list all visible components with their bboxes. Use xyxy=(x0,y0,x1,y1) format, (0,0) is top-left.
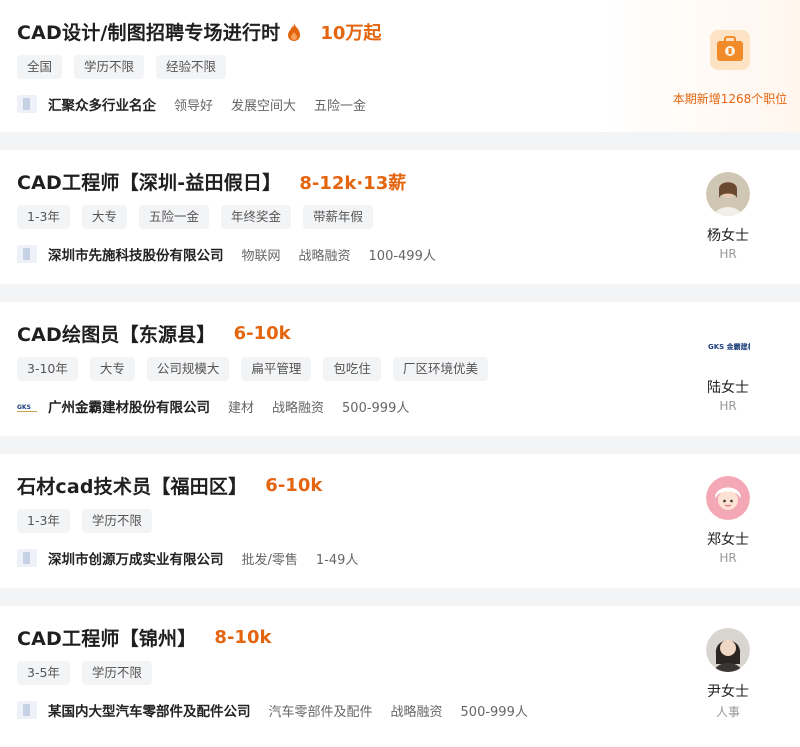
building-icon xyxy=(17,701,37,719)
promo-block[interactable]: 本期新增1268个职位 xyxy=(660,28,800,107)
job-tag: 大专 xyxy=(89,357,135,381)
company-meta: 战略融资 xyxy=(272,400,325,416)
avatar xyxy=(706,172,750,216)
fire-icon xyxy=(288,22,301,41)
job-salary: 10万起 xyxy=(320,22,382,44)
company-meta: 战略融资 xyxy=(390,704,443,720)
company-logo-text: GKS xyxy=(17,404,31,411)
company-meta: 建材 xyxy=(228,400,255,416)
building-icon xyxy=(17,549,37,567)
job-tags: 1-3年 学历不限 xyxy=(17,509,164,533)
title-row: CAD设计/制图招聘专场进行时 10万起 xyxy=(17,18,381,45)
briefcase-badge-icon xyxy=(710,30,750,70)
company-name[interactable]: 某国内大型汽车零部件及配件公司 xyxy=(48,700,251,720)
company-row: GKS 广州金霸建材股份有限公司 建材 战略融资 500-999人 xyxy=(17,396,409,416)
company-meta: 汽车零部件及配件 xyxy=(268,704,373,720)
job-tag: 包吃住 xyxy=(323,357,381,381)
job-tag: 公司规模大 xyxy=(146,357,230,381)
avatar xyxy=(706,476,750,520)
company-meta: 批发/零售 xyxy=(241,552,298,568)
job-tags: 全国 学历不限 经验不限 xyxy=(17,55,238,79)
job-title[interactable]: 石材cad技术员【福田区】 xyxy=(17,472,247,499)
job-card[interactable]: CAD绘图员【东源县】 6-10k 3-10年 大专 公司规模大 扁平管理 包吃… xyxy=(0,302,800,436)
company-name[interactable]: 广州金霸建材股份有限公司 xyxy=(48,396,210,416)
job-tag: 扁平管理 xyxy=(241,357,312,381)
job-tag: 年终奖金 xyxy=(220,205,291,229)
title-row: CAD绘图员【东源县】 6-10k xyxy=(17,320,291,347)
avatar xyxy=(706,628,750,672)
job-card[interactable]: CAD工程师【深圳-益田假日】 8-12k·13薪 1-3年 大专 五险一金 年… xyxy=(0,150,800,284)
hr-block[interactable]: 杨女士 HR xyxy=(690,172,766,261)
job-tags: 1-3年 大专 五险一金 年终奖金 带薪年假 xyxy=(17,205,385,229)
company-meta: 500-999人 xyxy=(342,400,410,416)
job-salary: 8-10k xyxy=(214,627,272,648)
company-name[interactable]: 深圳市创源万成实业有限公司 xyxy=(48,548,224,568)
hr-name: 杨女士 xyxy=(707,228,749,244)
job-tag: 3-5年 xyxy=(17,661,70,685)
company-name[interactable]: 汇聚众多行业名企 xyxy=(48,94,156,114)
job-tag: 1-3年 xyxy=(17,205,70,229)
company-row: 深圳市创源万成实业有限公司 批发/零售 1-49人 xyxy=(17,548,358,568)
job-tag: 厂区环境优美 xyxy=(392,357,488,381)
job-tags: 3-10年 大专 公司规模大 扁平管理 包吃住 厂区环境优美 xyxy=(17,357,500,381)
job-salary: 6-10k xyxy=(265,475,323,496)
job-tags: 3-5年 学历不限 xyxy=(17,661,164,685)
job-salary: 8-12k·13薪 xyxy=(299,172,407,194)
job-title[interactable]: CAD设计/制图招聘专场进行时 xyxy=(17,18,280,45)
company-meta: 100-499人 xyxy=(368,248,436,264)
company-name[interactable]: 深圳市先施科技股份有限公司 xyxy=(48,244,224,264)
job-tag: 学历不限 xyxy=(81,509,152,533)
company-row: 深圳市先施科技股份有限公司 物联网 战略融资 100-499人 xyxy=(17,244,436,264)
promo-text: 本期新增1268个职位 xyxy=(672,92,788,106)
hr-block[interactable]: GKS 金霸建材 陆女士 HR xyxy=(690,324,766,413)
job-title[interactable]: CAD工程师【深圳-益田假日】 xyxy=(17,168,281,195)
company-logo: GKS xyxy=(17,397,37,415)
company-meta: 物联网 xyxy=(241,248,281,264)
avatar: GKS 金霸建材 xyxy=(706,324,755,368)
job-tag: 1-3年 xyxy=(17,509,70,533)
hr-logo-text: GKS 金霸建材 xyxy=(708,342,750,351)
job-title[interactable]: CAD工程师【锦州】 xyxy=(17,624,196,651)
title-row: 石材cad技术员【福田区】 6-10k xyxy=(17,472,322,499)
job-salary: 6-10k xyxy=(233,323,291,344)
hr-role: HR xyxy=(719,247,737,261)
company-meta: 五险一金 xyxy=(314,98,367,114)
job-card[interactable]: CAD工程师【锦州】 8-10k 3-5年 学历不限 某国内大型汽车零部件及配件… xyxy=(0,606,800,747)
hr-block[interactable]: 尹女士 人事 xyxy=(690,628,766,720)
hr-name: 陆女士 xyxy=(707,380,749,396)
hr-name: 尹女士 xyxy=(707,684,749,700)
company-meta: 1-49人 xyxy=(315,552,359,568)
job-card-promo[interactable]: CAD设计/制图招聘专场进行时 10万起 全国 学历不限 经验不限 汇聚众多行业… xyxy=(0,0,800,132)
job-tag: 经验不限 xyxy=(156,55,227,79)
company-row: 汇聚众多行业名企 领导好 发展空间大 五险一金 xyxy=(17,94,366,114)
job-tag: 学历不限 xyxy=(81,661,152,685)
building-icon xyxy=(17,95,37,113)
job-tag: 全国 xyxy=(17,55,63,79)
title-row: CAD工程师【深圳-益田假日】 8-12k·13薪 xyxy=(17,168,406,195)
title-row: CAD工程师【锦州】 8-10k xyxy=(17,624,271,651)
hr-block[interactable]: 郑女士 HR xyxy=(690,476,766,565)
job-tag: 五险一金 xyxy=(138,205,209,229)
company-row: 某国内大型汽车零部件及配件公司 汽车零部件及配件 战略融资 500-999人 xyxy=(17,700,528,720)
company-meta: 发展空间大 xyxy=(231,98,297,114)
company-meta: 领导好 xyxy=(174,98,214,114)
job-tag: 3-10年 xyxy=(17,357,78,381)
job-card[interactable]: 石材cad技术员【福田区】 6-10k 1-3年 学历不限 深圳市创源万成实业有… xyxy=(0,454,800,588)
company-meta: 战略融资 xyxy=(298,248,351,264)
company-meta: 500-999人 xyxy=(460,704,528,720)
hr-role: HR xyxy=(719,399,737,413)
job-title[interactable]: CAD绘图员【东源县】 xyxy=(17,320,216,347)
job-tag: 大专 xyxy=(81,205,127,229)
job-tag: 学历不限 xyxy=(74,55,145,79)
hr-role: HR xyxy=(719,551,737,565)
hr-name: 郑女士 xyxy=(707,532,749,548)
hr-role: 人事 xyxy=(715,705,740,719)
job-tag: 带薪年假 xyxy=(302,205,373,229)
building-icon xyxy=(17,245,37,263)
